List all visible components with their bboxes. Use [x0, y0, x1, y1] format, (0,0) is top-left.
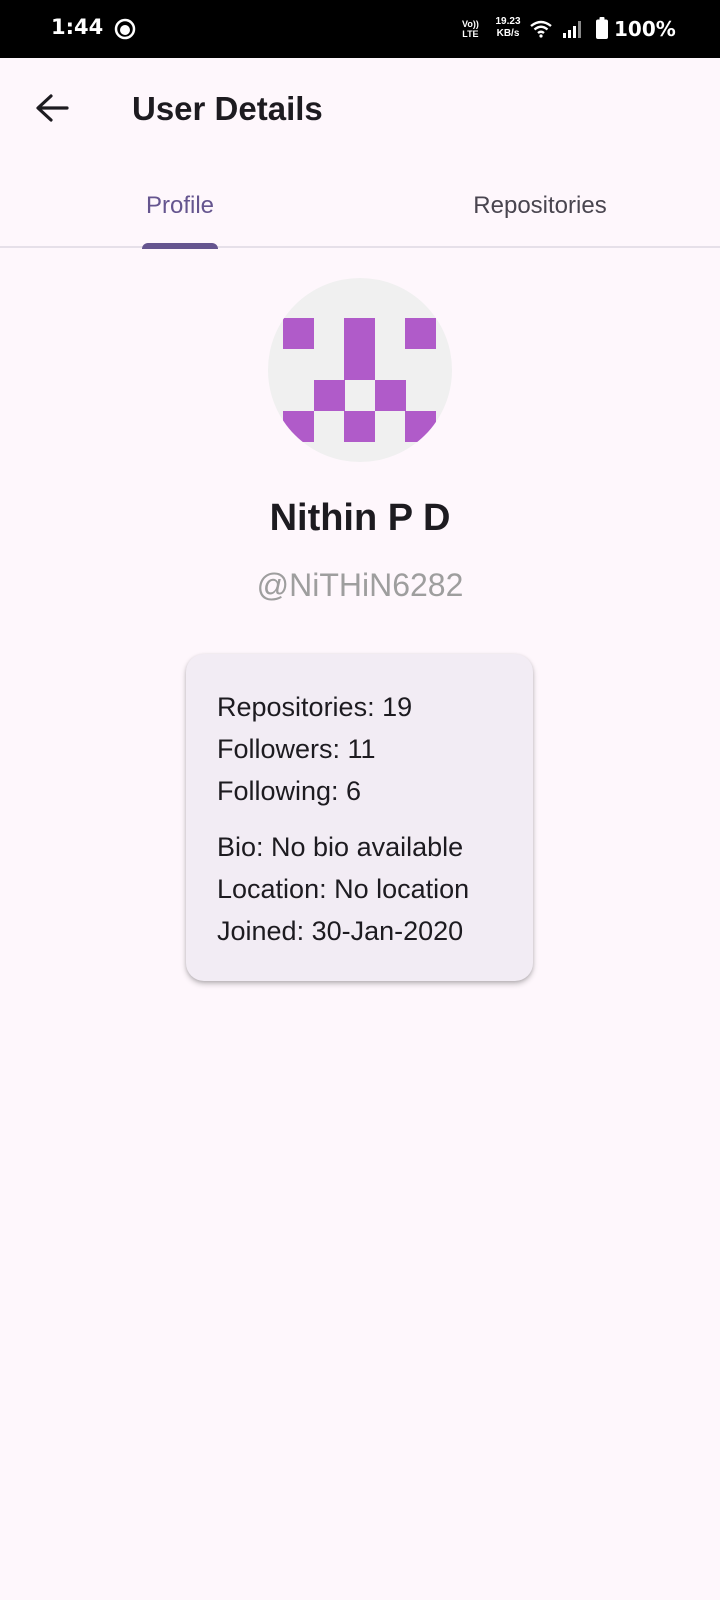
back-button[interactable] — [24, 80, 80, 136]
user-handle: @NiTHiN6282 — [256, 567, 464, 603]
user-info-card: Repositories: 19 Followers: 11 Following… — [186, 654, 533, 981]
tab-indicator — [142, 243, 218, 249]
status-time: 1:44 — [51, 15, 104, 39]
page-title: User Details — [132, 90, 323, 127]
network-speed: 19.23 KB/s — [495, 16, 521, 39]
signal-icon — [563, 21, 581, 38]
notification-icon — [114, 18, 136, 40]
location-text: Location: No location — [217, 874, 470, 904]
battery-percentage: 100% — [614, 17, 676, 41]
user-name: Nithin P D — [269, 497, 451, 539]
bio-text: Bio: No bio available — [217, 832, 464, 862]
app-bar: User Details — [0, 58, 720, 166]
status-bar: 1:44 Vo)) LTE 19.23 KB/s 100% — [0, 0, 720, 58]
tab-repositories[interactable]: Repositories — [360, 166, 720, 246]
followers-count: Followers: 11 — [217, 734, 376, 764]
tab-profile[interactable]: Profile — [0, 166, 360, 246]
tab-bar: Profile Repositories — [0, 166, 720, 248]
wifi-icon — [530, 20, 552, 38]
battery-icon — [596, 17, 608, 39]
repositories-count: Repositories: 19 — [217, 692, 413, 722]
following-count: Following: 6 — [217, 776, 362, 806]
card-gap — [217, 812, 533, 826]
volte-icon: Vo)) LTE — [462, 19, 479, 39]
identicon-image — [283, 318, 436, 442]
joined-date: Joined: 30-Jan-2020 — [217, 916, 464, 946]
avatar — [268, 278, 452, 462]
arrow-back-icon — [36, 94, 69, 122]
